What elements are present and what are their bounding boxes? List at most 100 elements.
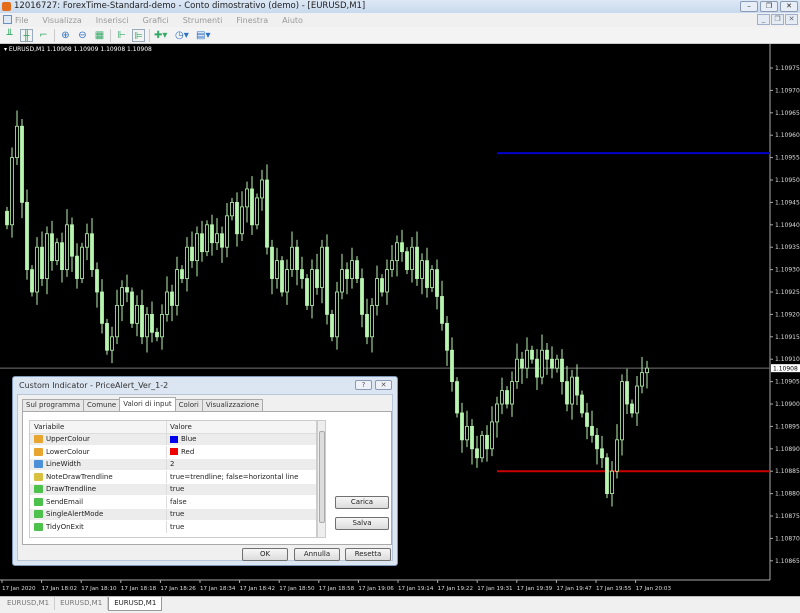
help-button[interactable]: ? [355, 380, 372, 390]
save-button[interactable]: Salva [335, 517, 389, 530]
tab-common[interactable]: Comune [83, 399, 121, 411]
value-cell[interactable]: 2 [167, 459, 316, 471]
candle-bear [330, 313, 334, 338]
menu-insert[interactable]: Inserisci [96, 16, 129, 25]
candle-bull [65, 224, 69, 271]
candle-bull [395, 242, 399, 262]
price-tick-label: 1.10865 [775, 558, 800, 565]
menu-charts[interactable]: Grafici [143, 16, 169, 25]
time-tick-label: 17 Jan 19:39 [517, 586, 553, 592]
scrollbar-thumb[interactable] [319, 431, 325, 523]
chart-tab-active[interactable]: EURUSD,M1 [108, 597, 163, 611]
input-row[interactable]: SendEmail false [30, 496, 316, 509]
price-tick-label: 1.10880 [775, 491, 800, 498]
bar-chart-icon[interactable]: ╨ [3, 29, 16, 42]
input-row[interactable]: LowerColour Red [30, 446, 316, 459]
bool-type-icon [34, 497, 43, 506]
tab-visualization[interactable]: Visualizzazione [201, 399, 264, 411]
candle-bull [120, 287, 124, 306]
chart-tab[interactable]: EURUSD,M1 [55, 597, 109, 610]
ok-button[interactable]: OK [242, 548, 288, 561]
value-cell[interactable]: true [167, 521, 316, 533]
candle-bull [45, 233, 49, 279]
tab-inputs[interactable]: Valori di input [119, 397, 176, 411]
mdi-restore-button[interactable]: ❐ [771, 14, 784, 25]
chart-shift-icon[interactable]: ⊩ [115, 29, 128, 42]
value-cell[interactable]: false [167, 496, 316, 508]
price-tick-label: 1.10955 [775, 155, 800, 162]
candle-bull [15, 125, 19, 158]
value-cell[interactable]: true [167, 484, 316, 496]
candle-bull [175, 269, 179, 306]
candle-bull [135, 305, 139, 324]
value-cell[interactable]: Blue [167, 434, 316, 446]
tab-colors[interactable]: Colori [174, 399, 203, 411]
column-header-variable[interactable]: Variabile [30, 421, 167, 433]
tab-about[interactable]: Sul programma [22, 399, 85, 411]
input-row[interactable]: LineWidth 2 [30, 458, 316, 471]
load-button[interactable]: Carica [335, 496, 389, 509]
toolbar-separator [149, 28, 150, 42]
candlestick-icon[interactable]: ╫ [20, 28, 33, 42]
line-chart-icon[interactable]: ⌐ [37, 29, 50, 42]
time-tick-label: 17 Jan 19:47 [556, 586, 592, 592]
bool-type-icon [34, 522, 43, 531]
candle-bear [590, 425, 594, 436]
candle-bear [270, 246, 274, 279]
zoom-out-icon[interactable]: ⊖ [76, 29, 89, 42]
time-tick-label: 17 Jan 18:26 [160, 586, 196, 592]
reset-button[interactable]: Resetta [345, 548, 391, 561]
candle-bull [340, 269, 344, 293]
input-row[interactable]: NoteDrawTrendline true=trendline; false=h… [30, 471, 316, 484]
candle-bull [420, 260, 424, 279]
column-header-value[interactable]: Valore [167, 421, 316, 433]
variable-name: LowerColour [46, 447, 90, 456]
price-tick-label: 1.10960 [775, 132, 800, 139]
candle-bear [100, 291, 104, 324]
minimize-button[interactable]: – [740, 1, 758, 12]
menu-help[interactable]: Aiuto [282, 16, 303, 25]
symbol-label: ▾ EURUSD,M1 1.10908 1.10909 1.10908 1.10… [4, 46, 152, 53]
input-row[interactable]: UpperColour Blue [30, 433, 316, 446]
candle-bull [635, 385, 639, 414]
autoscroll-icon[interactable]: ⊫ [132, 28, 145, 42]
candle-bull [640, 372, 644, 387]
candle-bear [280, 260, 284, 293]
tile-windows-icon[interactable]: ▦ [93, 29, 106, 42]
cancel-button[interactable]: Annulla [294, 548, 340, 561]
menu-tools[interactable]: Strumenti [183, 16, 223, 25]
templates-icon[interactable]: ▤▾ [196, 29, 210, 42]
input-row[interactable]: SingleAlertMode true [30, 508, 316, 521]
price-tick-label: 1.10970 [775, 87, 800, 94]
input-row[interactable]: TidyOnExit true [30, 521, 316, 534]
menu-view[interactable]: Visualizza [42, 16, 81, 25]
mdi-close-button[interactable]: ✕ [785, 14, 798, 25]
candle-bull [185, 246, 189, 279]
close-button[interactable]: ✕ [780, 1, 798, 12]
dialog-close-button[interactable]: ✕ [375, 380, 392, 390]
variable-cell: SendEmail [30, 496, 167, 508]
chart-tab[interactable]: EURUSD,M1 [2, 597, 56, 610]
mdi-minimize-button[interactable]: _ [757, 14, 770, 25]
grid-scrollbar[interactable] [317, 420, 326, 538]
dialog-body: Sul programma Comune Valori di input Col… [17, 394, 393, 561]
value-cell[interactable]: true=trendline; false=horizontal line [167, 471, 316, 483]
candle-bear [560, 358, 564, 383]
bool-type-icon [34, 485, 43, 494]
chart-window-icon[interactable] [3, 15, 12, 24]
menu-file[interactable]: File [15, 16, 28, 25]
value-cell[interactable]: Red [167, 446, 316, 458]
periods-icon[interactable]: ◷▾ [175, 29, 189, 42]
value-cell[interactable]: true [167, 509, 316, 521]
candle-bear [575, 376, 579, 396]
restore-button[interactable]: ❐ [760, 1, 778, 12]
string-type-icon [34, 472, 43, 481]
variable-value: false [170, 497, 187, 506]
candle-bull [85, 233, 89, 248]
candle-bear [520, 358, 524, 369]
input-row[interactable]: DrawTrendline true [30, 483, 316, 496]
indicators-icon[interactable]: ✚▾ [154, 29, 167, 42]
candle-bear [625, 381, 629, 405]
zoom-in-icon[interactable]: ⊕ [59, 29, 72, 42]
menu-window[interactable]: Finestra [236, 16, 268, 25]
